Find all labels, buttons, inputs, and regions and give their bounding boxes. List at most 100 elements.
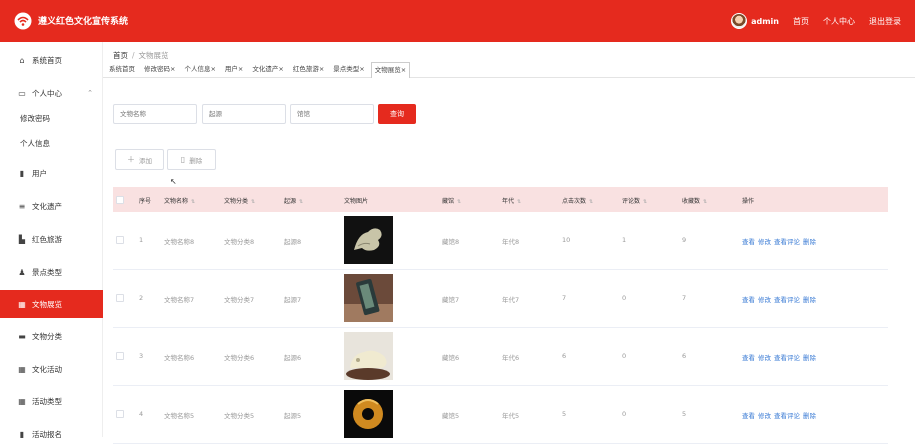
edit-link[interactable]: 修改 <box>758 238 771 246</box>
top-bar: 遵义红色文化宣传系统 admin 首页 个人中心 退出登录 <box>0 0 915 42</box>
sort-icon[interactable]: ⇅ <box>299 199 303 205</box>
profile-link[interactable]: 个人中心 <box>823 16 855 27</box>
row-checkbox[interactable] <box>116 236 124 244</box>
col-origin[interactable]: 起源 ⇅ <box>284 196 303 205</box>
sort-icon[interactable]: ⇅ <box>643 199 647 205</box>
sidebar-item-cultural-activity[interactable]: ▦ 文化活动 <box>0 355 103 383</box>
sidebar-item-cultural-heritage[interactable]: ≡ 文化遗产 <box>0 192 103 220</box>
tab-relic-exhibition[interactable]: 文物展览× <box>370 62 411 78</box>
relic-image-jade-dragon[interactable] <box>344 390 393 438</box>
home-link[interactable]: 首页 <box>793 16 809 27</box>
cell-name: 文物名称6 <box>164 354 195 362</box>
user-area: admin 首页 个人中心 退出登录 <box>731 0 915 42</box>
sidebar-item-red-tourism[interactable]: ▙ 红色旅游 <box>0 225 103 253</box>
sidebar-item-activity-type[interactable]: ▦ 活动类型 <box>0 387 103 415</box>
tab-cultural-heritage[interactable]: 文化遗产× <box>249 62 286 78</box>
view-link[interactable]: 查看 <box>742 412 755 420</box>
close-icon[interactable]: × <box>170 65 175 73</box>
delete-link[interactable]: 删除 <box>803 354 816 362</box>
view-link[interactable]: 查看 <box>742 238 755 246</box>
sidebar-item-activity-signup[interactable]: ▮ 活动报名 <box>0 420 103 448</box>
col-era[interactable]: 年代 ⇅ <box>502 196 521 205</box>
cell-clicks: 7 <box>562 294 567 302</box>
sort-icon[interactable]: ⇅ <box>517 199 521 205</box>
sort-icon[interactable]: ⇅ <box>251 199 255 205</box>
delete-button[interactable]: ▯ 删除 <box>167 149 216 170</box>
close-icon[interactable]: × <box>319 65 324 73</box>
row-checkbox[interactable] <box>116 294 124 302</box>
tab-red-tourism[interactable]: 红色旅游× <box>290 62 327 78</box>
edit-link[interactable]: 修改 <box>758 354 771 362</box>
sort-icon[interactable]: ⇅ <box>191 199 195 205</box>
edit-link[interactable]: 修改 <box>758 296 771 304</box>
sort-icon[interactable]: ⇅ <box>457 199 461 205</box>
relic-image-jade-animal[interactable] <box>344 332 393 380</box>
delete-link[interactable]: 删除 <box>803 412 816 420</box>
wifi-logo-icon <box>14 12 32 30</box>
tab-change-password[interactable]: 修改密码× <box>141 62 178 78</box>
close-icon[interactable]: × <box>238 65 243 73</box>
view-comments-link[interactable]: 查看评论 <box>774 354 800 362</box>
grid-icon: ▦ <box>18 299 26 309</box>
close-icon[interactable]: × <box>278 65 283 73</box>
relic-image-horse[interactable] <box>344 216 393 264</box>
cell-category: 文物分类7 <box>224 296 255 304</box>
breadcrumb-current: 文物展览 <box>138 51 169 60</box>
col-category[interactable]: 文物分类 ⇅ <box>224 196 255 205</box>
view-comments-link[interactable]: 查看评论 <box>774 296 800 304</box>
tab-personal-info[interactable]: 个人信息× <box>181 62 218 78</box>
col-comments[interactable]: 评论数 ⇅ <box>622 196 647 205</box>
edit-link[interactable]: 修改 <box>758 412 771 420</box>
breadcrumb-home[interactable]: 首页 <box>113 51 128 60</box>
view-link[interactable]: 查看 <box>742 354 755 362</box>
add-button[interactable]: ＋ 添加 <box>115 149 164 170</box>
view-link[interactable]: 查看 <box>742 296 755 304</box>
sidebar-item-relic-exhibition[interactable]: ▦ 文物展览 <box>0 290 103 318</box>
user-file-icon: ▮ <box>19 168 25 178</box>
sort-icon[interactable]: ⇅ <box>703 199 707 205</box>
cell-clicks: 10 <box>562 236 571 244</box>
sort-icon[interactable]: ⇅ <box>589 199 593 205</box>
sidebar-item-scenic-type[interactable]: ♟ 景点类型 <box>0 258 103 286</box>
cell-name: 文物名称7 <box>164 296 195 304</box>
close-icon[interactable]: × <box>210 65 215 73</box>
relic-name-input[interactable] <box>113 104 197 124</box>
calendar-icon: ▭ <box>18 88 26 98</box>
table-row: 2 文物名称7 文物分类7 起源7 藏馆7 年代7 7 0 7 查看 修改 查看评论… <box>113 270 888 328</box>
view-comments-link[interactable]: 查看评论 <box>774 412 800 420</box>
select-all-checkbox[interactable] <box>116 196 124 204</box>
close-icon[interactable]: × <box>401 66 406 74</box>
cell-name: 文物名称5 <box>164 412 195 420</box>
delete-link[interactable]: 删除 <box>803 238 816 246</box>
sidebar-item-change-password[interactable]: 修改密码 <box>20 113 50 124</box>
origin-input[interactable] <box>202 104 286 124</box>
relic-image-jade-plaque[interactable] <box>344 274 393 322</box>
tab-users[interactable]: 用户× <box>222 62 246 78</box>
sidebar-item-users[interactable]: ▮ 用户 <box>0 159 103 187</box>
cell-no: 2 <box>139 294 144 302</box>
row-checkbox[interactable] <box>116 410 124 418</box>
col-museum[interactable]: 藏馆 ⇅ <box>442 196 461 205</box>
sidebar-item-home[interactable]: ⌂ 系统首页 <box>0 46 103 74</box>
view-comments-link[interactable]: 查看评论 <box>774 238 800 246</box>
sidebar-item-profile-center[interactable]: ▭ 个人中心 ⌃ <box>0 79 103 107</box>
close-icon[interactable]: × <box>359 65 364 73</box>
col-name[interactable]: 文物名称 ⇅ <box>164 196 195 205</box>
col-clicks[interactable]: 点击次数 ⇅ <box>562 196 593 205</box>
delete-link[interactable]: 删除 <box>803 296 816 304</box>
sidebar-item-personal-info[interactable]: 个人信息 <box>20 138 50 149</box>
sidebar-item-label: 红色旅游 <box>32 234 62 244</box>
col-favorites[interactable]: 收藏数 ⇅ <box>682 196 707 205</box>
tab-scenic-type[interactable]: 景点类型× <box>330 62 367 78</box>
sidebar-item-relic-category[interactable]: ▬ 文物分类 <box>0 322 103 350</box>
cell-favorites: 7 <box>682 294 687 302</box>
breadcrumb: 首页 / 文物展览 <box>113 50 169 61</box>
museum-input[interactable] <box>290 104 374 124</box>
avatar[interactable] <box>731 13 748 29</box>
row-checkbox[interactable] <box>116 352 124 360</box>
search-button[interactable]: 查询 <box>378 104 416 124</box>
cell-origin: 起源8 <box>284 238 302 246</box>
cell-museum: 藏馆8 <box>442 238 460 246</box>
logout-link[interactable]: 退出登录 <box>869 16 901 27</box>
tab-home[interactable]: 系统首页 <box>106 62 138 78</box>
